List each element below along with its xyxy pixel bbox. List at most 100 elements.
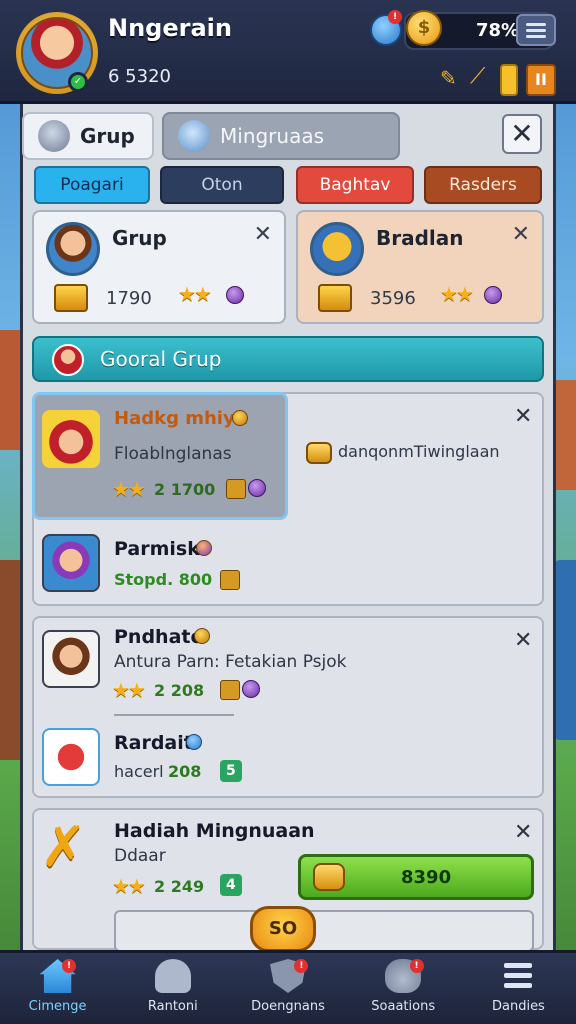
row-title: Rardait (114, 732, 193, 754)
close-icon[interactable]: ✕ (254, 222, 272, 247)
global-group-label: Gooral Grup (100, 347, 222, 371)
row-subtitle: Floablnglanas (114, 444, 232, 464)
stars-icon: ★★ (440, 282, 474, 306)
knight-icon (154, 959, 191, 993)
side-note: danqonmTiwinglaan (338, 442, 500, 461)
pause-button[interactable]: II (526, 64, 556, 96)
avatar (42, 534, 100, 592)
coin-icon (194, 628, 210, 644)
nav-label: Cimenge (28, 999, 87, 1014)
notification-badge: ! (294, 959, 309, 973)
row-title: Parmisk (114, 538, 200, 560)
filter-tab[interactable]: Oton (160, 166, 284, 204)
menu-line (526, 29, 546, 32)
row-level: 2 208 (154, 681, 205, 700)
tab-search-label: Mingruaas (220, 124, 325, 148)
notification-badge: ! (62, 959, 76, 973)
chest-icon (318, 284, 352, 312)
orb-icon (242, 680, 260, 698)
row-level: 2 1700 (154, 480, 216, 499)
orb-icon (484, 286, 502, 304)
tab-grup-label: Grup (80, 124, 135, 148)
filter-tab[interactable]: Poagari (34, 166, 150, 204)
group-list-box (32, 616, 544, 798)
stars-icon: ★★ (112, 477, 146, 501)
row-title: Pndhato (114, 626, 204, 648)
close-icon[interactable]: ✕ (514, 820, 532, 845)
chest-icon (220, 570, 240, 590)
notification-badge: ! (409, 959, 424, 973)
nav-label: Doengnans (251, 999, 325, 1014)
menu-line (504, 963, 533, 968)
group-card[interactable]: Grup ✕ 1790 ★★ (32, 210, 286, 324)
reward-subtitle: Ddaar (114, 846, 166, 866)
row-title: Hadkg mhiyk (114, 408, 247, 429)
player-score: 6 5320 (108, 66, 171, 87)
wand-icon[interactable]: ⟋ (470, 64, 496, 90)
nav-label: Soaations (371, 999, 436, 1014)
card-score: 1790 (106, 288, 152, 309)
nav-dandies[interactable]: Dandies (461, 953, 576, 1024)
menu-line (526, 35, 546, 38)
global-group-bar[interactable]: Gooral Grup (32, 336, 544, 382)
level-tag: 4 (220, 874, 242, 896)
close-icon[interactable]: ✕ (514, 404, 532, 429)
tab-search[interactable]: Mingruaas (162, 112, 400, 160)
nav-label: Dandies (491, 999, 545, 1014)
menu-icon (500, 959, 536, 993)
menu-button[interactable] (516, 14, 556, 46)
stars-icon: ★★ (112, 874, 146, 898)
nav-soaations[interactable]: ! Soaations (346, 953, 461, 1024)
coin-amount: 78% (476, 20, 520, 41)
claim-button[interactable]: 8390 (298, 854, 534, 900)
bottom-navigation: ! Cimenge Rantoni ! Doengnans ! Soaation… (0, 950, 576, 1024)
tab-grup[interactable]: Grup (22, 112, 154, 160)
menu-line (526, 23, 546, 26)
close-icon[interactable]: ✕ (514, 628, 532, 653)
close-icon[interactable]: ✕ (512, 222, 530, 247)
energy-icon[interactable] (500, 64, 518, 96)
close-button[interactable]: ✕ (502, 114, 542, 154)
divider (114, 714, 234, 716)
avatar (46, 222, 100, 276)
reward-title: Hadiah Mingnuaan (114, 820, 315, 842)
menu-line (504, 983, 533, 988)
reward-input[interactable] (114, 910, 534, 952)
level-tag: 5 (220, 760, 242, 782)
coin-stack-icon (313, 863, 345, 891)
group-card[interactable]: Bradlan ✕ 3596 ★★ (296, 210, 544, 324)
chest-icon (226, 479, 246, 499)
coin-stack-icon (306, 442, 332, 464)
filter-tab[interactable]: Baghtav (296, 166, 414, 204)
avatar (42, 728, 100, 786)
coin-icon (232, 410, 248, 426)
globe-icon (178, 120, 210, 152)
stars-icon: ★★ (112, 678, 146, 702)
notification-badge: ! (388, 10, 402, 24)
avatar (42, 410, 100, 468)
group-icon (38, 120, 70, 152)
card-name: Bradlan (376, 226, 464, 250)
player-name: Nngerain (108, 14, 232, 42)
chest-icon (220, 680, 240, 700)
gold-emblem-icon: ✗ (40, 815, 87, 880)
row-status: Stopd. 800 (114, 570, 213, 589)
edit-icon[interactable]: ✎ (440, 66, 464, 90)
reward-level: 2 249 (154, 877, 205, 896)
nav-label: Rantoni (147, 999, 198, 1014)
menu-line (504, 973, 533, 978)
nav-rantoni[interactable]: Rantoni (115, 953, 230, 1024)
so-badge[interactable]: SO (250, 906, 316, 952)
avatar (52, 344, 84, 376)
filter-tab[interactable]: Rasders (424, 166, 542, 204)
nav-home[interactable]: ! Cimenge (0, 953, 115, 1024)
row-subtitle: Antura Parn: Fetakian Psjok (114, 652, 347, 672)
claim-label: 8390 (401, 867, 452, 888)
chest-icon (54, 284, 88, 312)
stars-icon: ★★ (178, 282, 212, 306)
avatar (42, 630, 100, 688)
nav-doengnans[interactable]: ! Doengnans (230, 953, 345, 1024)
gem-icon (186, 734, 202, 750)
orb-icon (196, 540, 212, 556)
card-score: 3596 (370, 288, 416, 309)
